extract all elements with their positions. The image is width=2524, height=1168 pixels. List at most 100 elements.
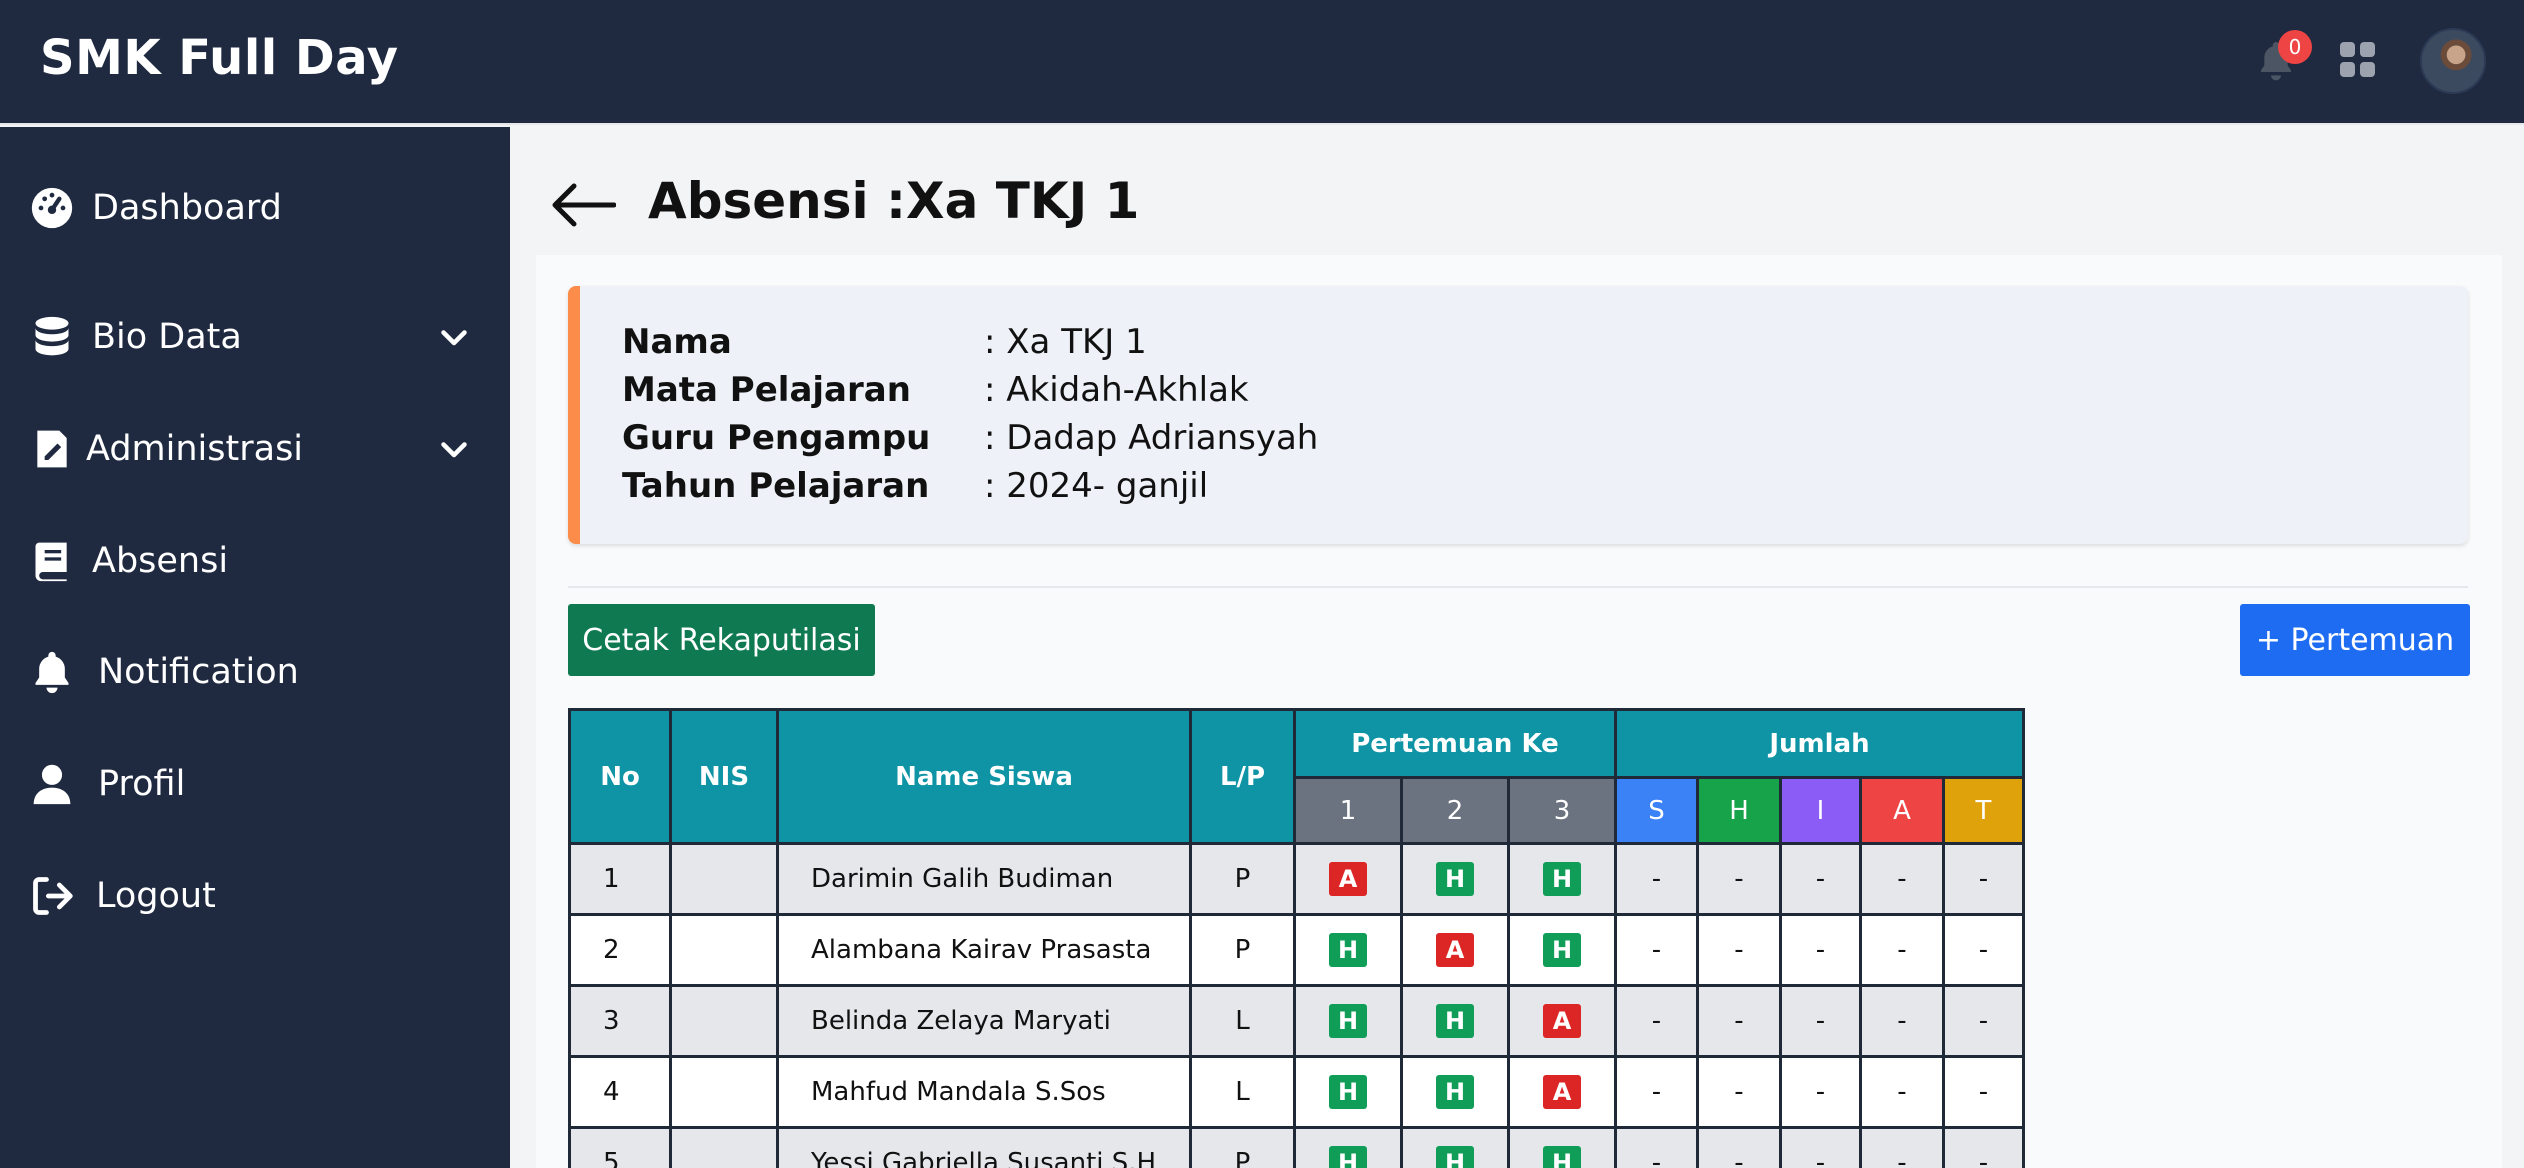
- cell-nis: [669, 913, 779, 987]
- meeting-header-1[interactable]: 1: [1293, 776, 1403, 845]
- info-value: : Xa TKJ 1: [984, 322, 1147, 362]
- count-header-terlambat: T: [1942, 776, 2025, 845]
- sidebar-item-label: Absensi: [92, 541, 229, 581]
- cetak-rekapitulasi-button[interactable]: Cetak Rekaputilasi: [568, 604, 875, 676]
- attendance-status-badge[interactable]: H: [1436, 862, 1474, 896]
- cell-nis: [669, 842, 779, 916]
- sidebar: Dashboard Bio Data Administrasi Absensi: [0, 127, 510, 1168]
- attendance-status-badge[interactable]: A: [1436, 933, 1474, 967]
- cell-no: 4: [568, 1055, 672, 1129]
- cell-attendance-meeting-2: H: [1400, 842, 1510, 916]
- attendance-status-badge[interactable]: H: [1436, 1146, 1474, 1168]
- attendance-status-badge[interactable]: H: [1543, 862, 1581, 896]
- logout-icon: [33, 877, 73, 915]
- table-row: 4 Mahfud Mandala S.Sos L H H A - - - - -: [568, 1055, 2025, 1129]
- sidebar-item-administrasi[interactable]: Administrasi: [0, 404, 510, 494]
- cell-count: -: [1942, 913, 2025, 987]
- cell-count: -: [1779, 1055, 1862, 1129]
- sidebar-item-profil[interactable]: Profil: [0, 739, 510, 829]
- cell-nis: [669, 984, 779, 1058]
- cell-gender: P: [1189, 1126, 1296, 1168]
- count-header-sakit: S: [1614, 776, 1699, 845]
- cell-count: -: [1859, 842, 1945, 916]
- sidebar-item-notification[interactable]: Notification: [0, 627, 510, 717]
- apps-grid-icon[interactable]: [2340, 42, 2376, 78]
- sidebar-item-label: Bio Data: [92, 317, 242, 357]
- info-value: : Akidah-Akhlak: [984, 370, 1249, 410]
- top-navbar: SMK Full Day 0: [0, 0, 2524, 125]
- cell-no: 5: [568, 1126, 672, 1168]
- cell-count: -: [1696, 1126, 1782, 1168]
- class-info-panel: Nama : Xa TKJ 1 Mata Pelajaran : Akidah-…: [568, 286, 2468, 544]
- info-label: Nama: [622, 322, 732, 362]
- attendance-status-badge[interactable]: H: [1543, 1146, 1581, 1168]
- book-icon: [35, 542, 67, 582]
- cell-count: -: [1696, 1055, 1782, 1129]
- cell-no: 2: [568, 913, 672, 987]
- cell-attendance-meeting-3: A: [1507, 1055, 1617, 1129]
- back-arrow-icon[interactable]: [550, 178, 616, 232]
- count-header-izin: I: [1779, 776, 1862, 845]
- table-row: 2 Alambana Kairav Prasasta P H A H - - - - -: [568, 913, 2025, 987]
- cell-count: -: [1696, 984, 1782, 1058]
- column-header-name: Name Siswa: [776, 708, 1192, 845]
- cell-attendance-meeting-1: A: [1293, 842, 1403, 916]
- attendance-status-badge[interactable]: A: [1543, 1004, 1581, 1038]
- cell-count: -: [1942, 1126, 2025, 1168]
- user-avatar[interactable]: [2420, 28, 2486, 94]
- cell-student-name: Darimin Galih Budiman: [776, 842, 1192, 916]
- meeting-header-2[interactable]: 2: [1400, 776, 1510, 845]
- cell-attendance-meeting-1: H: [1293, 1055, 1403, 1129]
- cell-attendance-meeting-1: H: [1293, 1126, 1403, 1168]
- chevron-down-icon[interactable]: [436, 431, 472, 467]
- info-label: Tahun Pelajaran: [622, 466, 930, 506]
- attendance-status-badge[interactable]: A: [1543, 1075, 1581, 1109]
- sidebar-item-logout[interactable]: Logout: [0, 851, 510, 941]
- cell-count: -: [1859, 984, 1945, 1058]
- count-header-hadir: H: [1696, 776, 1782, 845]
- attendance-status-badge[interactable]: H: [1329, 1146, 1367, 1168]
- attendance-status-badge[interactable]: H: [1329, 933, 1367, 967]
- sidebar-item-label: Administrasi: [86, 429, 304, 469]
- sidebar-item-biodata[interactable]: Bio Data: [0, 292, 510, 382]
- attendance-status-badge[interactable]: A: [1329, 862, 1367, 896]
- add-pertemuan-button[interactable]: + Pertemuan: [2240, 604, 2470, 676]
- attendance-table: No NIS Name Siswa L/P Pertemuan Ke Jumla…: [568, 708, 2025, 1168]
- attendance-status-badge[interactable]: H: [1329, 1075, 1367, 1109]
- dashboard-gauge-icon: [31, 187, 73, 229]
- sidebar-item-dashboard[interactable]: Dashboard: [0, 163, 510, 253]
- meeting-header-3[interactable]: 3: [1507, 776, 1617, 845]
- column-header-no: No: [568, 708, 672, 845]
- cell-count: -: [1942, 1055, 2025, 1129]
- cell-attendance-meeting-3: H: [1507, 913, 1617, 987]
- info-value: : Dadap Adriansyah: [984, 418, 1319, 458]
- attendance-status-badge[interactable]: H: [1436, 1075, 1474, 1109]
- attendance-status-badge[interactable]: H: [1543, 933, 1581, 967]
- user-icon: [33, 764, 71, 805]
- bell-icon: [35, 651, 69, 694]
- cell-count: -: [1779, 842, 1862, 916]
- page-title: Absensi :Xa TKJ 1: [648, 172, 1140, 230]
- cell-no: 3: [568, 984, 672, 1058]
- info-value: : 2024- ganjil: [984, 466, 1209, 506]
- attendance-status-badge[interactable]: H: [1329, 1004, 1367, 1038]
- info-label: Guru Pengampu: [622, 418, 931, 458]
- sidebar-item-absensi[interactable]: Absensi: [0, 516, 510, 606]
- cell-gender: L: [1189, 984, 1296, 1058]
- document-edit-icon: [37, 430, 67, 468]
- cell-count: -: [1859, 913, 1945, 987]
- cell-count: -: [1779, 984, 1862, 1058]
- app-brand[interactable]: SMK Full Day: [40, 30, 398, 86]
- cell-attendance-meeting-2: H: [1400, 984, 1510, 1058]
- cell-attendance-meeting-2: H: [1400, 1126, 1510, 1168]
- chevron-down-icon[interactable]: [436, 319, 472, 355]
- cell-count: -: [1614, 1126, 1699, 1168]
- column-header-lp: L/P: [1189, 708, 1296, 845]
- cell-no: 1: [568, 842, 672, 916]
- cell-attendance-meeting-3: A: [1507, 984, 1617, 1058]
- cell-nis: [669, 1055, 779, 1129]
- count-header-alpa: A: [1859, 776, 1945, 845]
- sidebar-item-label: Notification: [98, 652, 299, 692]
- attendance-status-badge[interactable]: H: [1436, 1004, 1474, 1038]
- cell-gender: P: [1189, 842, 1296, 916]
